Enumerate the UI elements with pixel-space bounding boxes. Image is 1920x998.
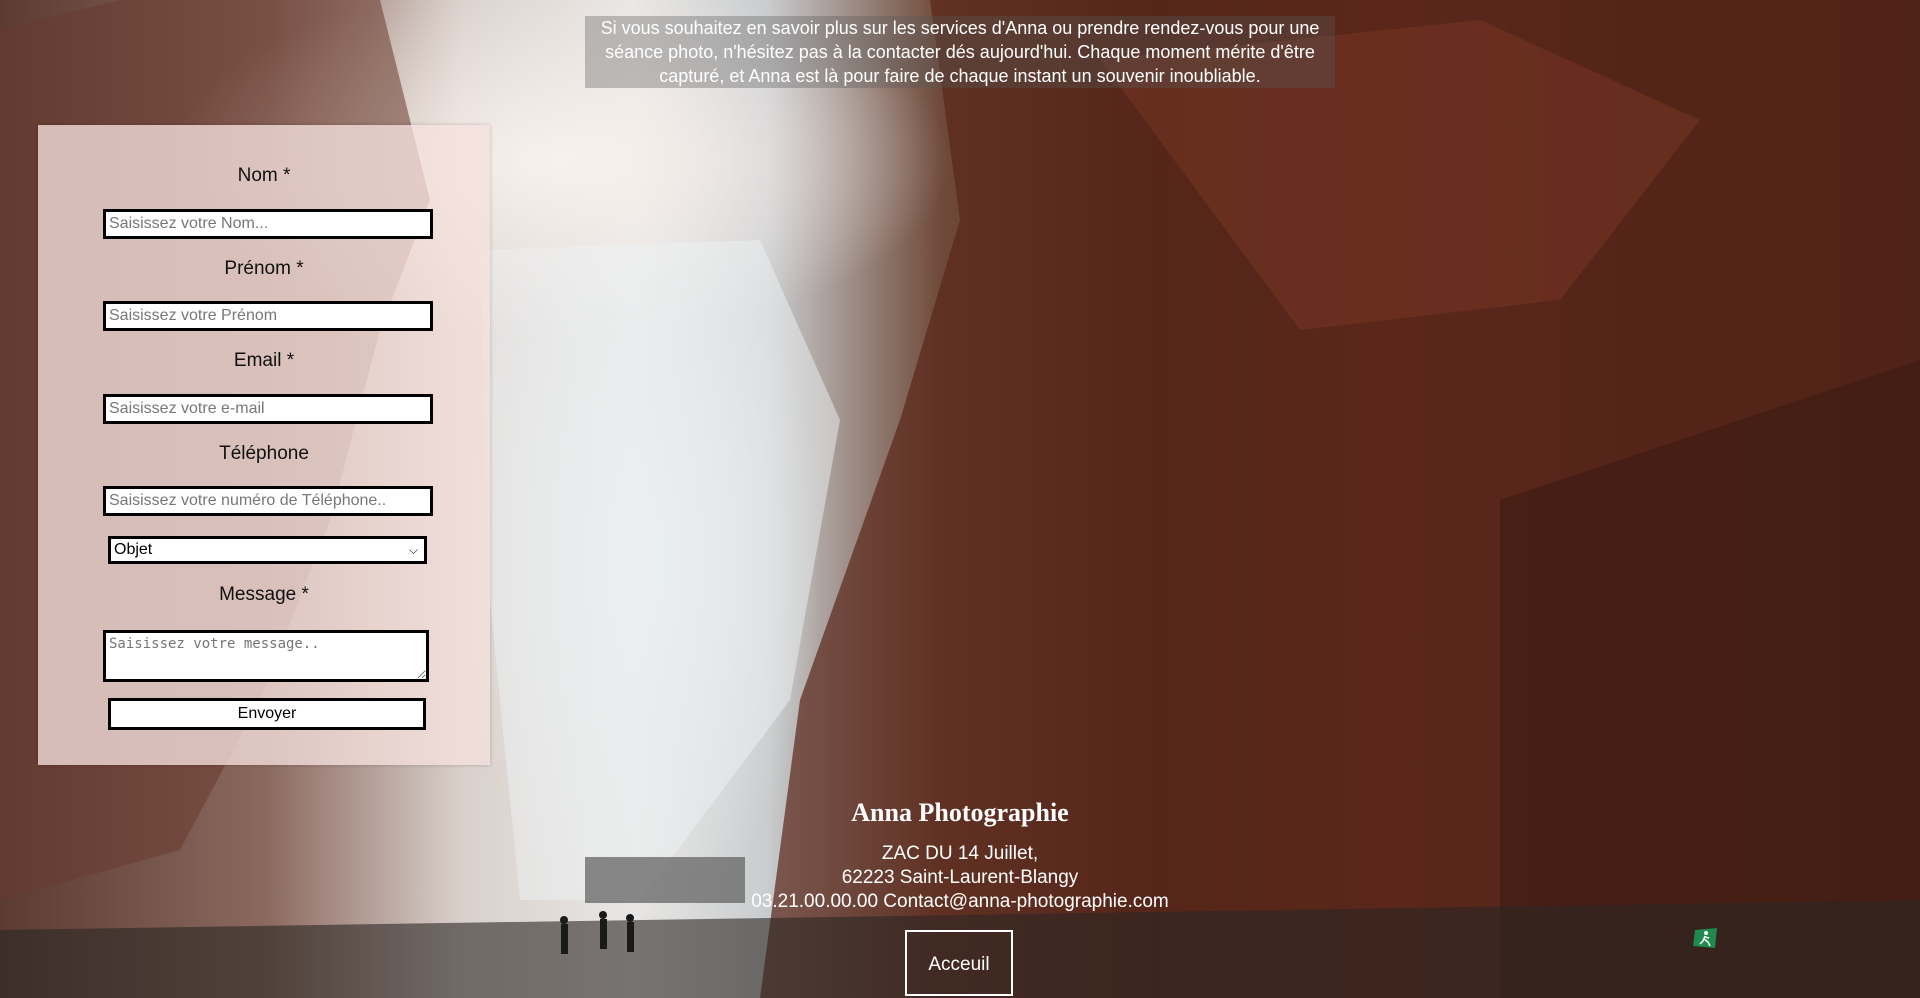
message-label: Message * (219, 584, 309, 605)
nom-label: Nom * (237, 165, 291, 186)
footer-address-line2: 62223 Saint-Laurent-Blangy (841, 867, 1079, 888)
telephone-input[interactable] (103, 486, 433, 516)
email-input[interactable] (103, 394, 433, 424)
telephone-label: Téléphone (219, 443, 309, 464)
footer-contact-line: 03.21.00.00.00 Contact@anna-photographie… (751, 891, 1169, 912)
emergency-exit-icon (1693, 928, 1717, 948)
footer: Anna Photographie ZAC DU 14 Juillet, 622… (585, 798, 1335, 914)
prenom-label: Prénom * (224, 258, 304, 279)
intro-paragraph: Si vous souhaitez en savoir plus sur les… (585, 16, 1335, 88)
footer-brand-title: Anna Photographie (851, 798, 1069, 827)
objet-select-value: Objet (114, 541, 153, 558)
chevron-down-icon: ⌵ (408, 543, 418, 557)
prenom-input[interactable] (103, 301, 433, 331)
message-textarea[interactable] (103, 630, 429, 682)
objet-select[interactable]: Objet ⌵ (108, 536, 427, 564)
acceuil-button[interactable]: Acceuil (905, 930, 1013, 996)
nom-input[interactable] (103, 209, 433, 239)
email-label: Email * (233, 350, 295, 371)
contact-form: Nom * Prénom * Email * Téléphone Objet ⌵… (38, 125, 490, 765)
footer-address-line1: ZAC DU 14 Juillet, (881, 843, 1039, 864)
envoyer-button[interactable]: Envoyer (108, 698, 426, 730)
